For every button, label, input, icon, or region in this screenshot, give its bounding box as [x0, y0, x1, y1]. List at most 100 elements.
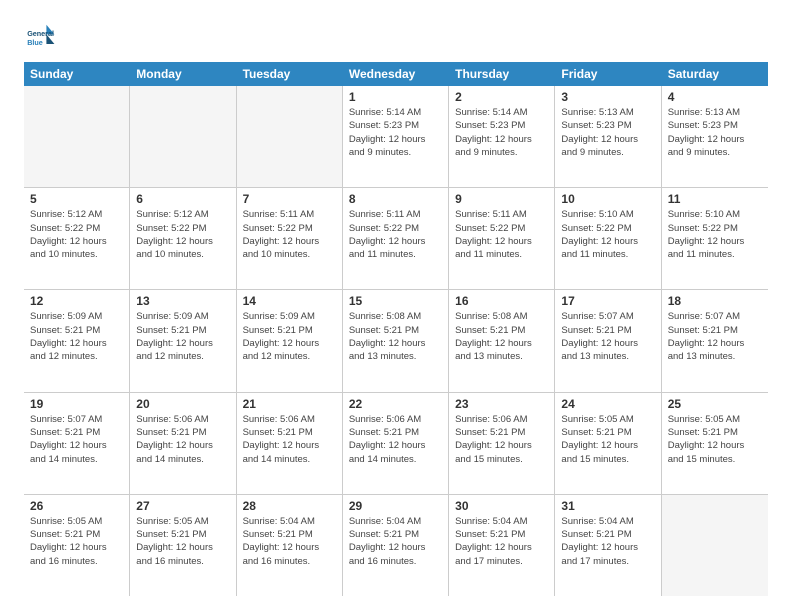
calendar-cell: 22Sunrise: 5:06 AMSunset: 5:21 PMDayligh…: [343, 393, 449, 494]
calendar-cell: 15 Sunrise: 5:08 AMSunset: 5:21 PMDayligh…: [343, 290, 449, 391]
day-number: 21: [243, 397, 336, 411]
day-number: 17: [561, 294, 654, 308]
weekday-header: Sunday: [24, 62, 130, 86]
day-number: 6: [136, 192, 229, 206]
day-info: Sunrise: 5:05 AMSunset: 5:21 PMDaylight:…: [136, 515, 229, 568]
calendar-cell: 2 Sunrise: 5:14 AMSunset: 5:23 PMDaylight…: [449, 86, 555, 187]
day-info: Sunrise: 5:07 AMSunset: 5:21 PMDaylight:…: [561, 310, 654, 363]
day-info: Sunrise: 5:11 AMSunset: 5:22 PMDaylight:…: [349, 208, 442, 261]
day-info: Sunrise: 5:13 AMSunset: 5:23 PMDaylight:…: [668, 106, 762, 159]
day-info: Sunrise: 5:04 AMSunset: 5:21 PMDaylight:…: [243, 515, 336, 568]
calendar-cell: 23 Sunrise: 5:06 AMSunset: 5:21 PMDayligh…: [449, 393, 555, 494]
logo: General Blue: [24, 20, 60, 52]
calendar-cell: 18Sunrise: 5:07 AMSunset: 5:21 PMDayligh…: [662, 290, 768, 391]
day-info: Sunrise: 5:06 AMSunset: 5:21 PMDaylight:…: [455, 413, 548, 466]
calendar-cell: [662, 495, 768, 596]
day-number: 4: [668, 90, 762, 104]
day-info: Sunrise: 5:14 AMSunset: 5:23 PMDaylight:…: [455, 106, 548, 159]
day-info: Sunrise: 5:05 AMSunset: 5:21 PMDaylight:…: [561, 413, 654, 466]
calendar-cell: 19Sunrise: 5:07 AMSunset: 5:21 PMDayligh…: [24, 393, 130, 494]
day-number: 25: [668, 397, 762, 411]
calendar-cell: 11 Sunrise: 5:10 AMSunset: 5:22 PMDayligh…: [662, 188, 768, 289]
day-info: Sunrise: 5:06 AMSunset: 5:21 PMDaylight:…: [243, 413, 336, 466]
day-info: Sunrise: 5:09 AMSunset: 5:21 PMDaylight:…: [136, 310, 229, 363]
calendar-header: SundayMondayTuesdayWednesdayThursdayFrid…: [24, 62, 768, 86]
day-info: Sunrise: 5:09 AMSunset: 5:21 PMDaylight:…: [243, 310, 336, 363]
calendar-cell: 31Sunrise: 5:04 AMSunset: 5:21 PMDayligh…: [555, 495, 661, 596]
day-number: 27: [136, 499, 229, 513]
day-info: Sunrise: 5:05 AMSunset: 5:21 PMDaylight:…: [30, 515, 123, 568]
day-number: 23: [455, 397, 548, 411]
calendar-cell: 21 Sunrise: 5:06 AMSunset: 5:21 PMDayligh…: [237, 393, 343, 494]
calendar-cell: 6 Sunrise: 5:12 AMSunset: 5:22 PMDaylight…: [130, 188, 236, 289]
calendar-cell: 24 Sunrise: 5:05 AMSunset: 5:21 PMDayligh…: [555, 393, 661, 494]
day-number: 5: [30, 192, 123, 206]
day-info: Sunrise: 5:06 AMSunset: 5:21 PMDaylight:…: [136, 413, 229, 466]
calendar-cell: 7Sunrise: 5:11 AMSunset: 5:22 PMDaylight…: [237, 188, 343, 289]
calendar-cell: 27 Sunrise: 5:05 AMSunset: 5:21 PMDayligh…: [130, 495, 236, 596]
day-number: 24: [561, 397, 654, 411]
day-number: 16: [455, 294, 548, 308]
svg-text:General: General: [27, 29, 54, 38]
day-info: Sunrise: 5:12 AMSunset: 5:22 PMDaylight:…: [136, 208, 229, 261]
weekday-header: Friday: [555, 62, 661, 86]
day-number: 10: [561, 192, 654, 206]
day-number: 14: [243, 294, 336, 308]
day-number: 8: [349, 192, 442, 206]
calendar-row: 12Sunrise: 5:09 AMSunset: 5:21 PMDayligh…: [24, 290, 768, 392]
weekday-header: Monday: [130, 62, 236, 86]
calendar-cell: 26 Sunrise: 5:05 AMSunset: 5:21 PMDayligh…: [24, 495, 130, 596]
calendar-cell: 12Sunrise: 5:09 AMSunset: 5:21 PMDayligh…: [24, 290, 130, 391]
calendar-row: 19Sunrise: 5:07 AMSunset: 5:21 PMDayligh…: [24, 393, 768, 495]
calendar-cell: 25 Sunrise: 5:05 AMSunset: 5:21 PMDayligh…: [662, 393, 768, 494]
calendar-cell: 1Sunrise: 5:14 AMSunset: 5:23 PMDaylight…: [343, 86, 449, 187]
day-info: Sunrise: 5:07 AMSunset: 5:21 PMDaylight:…: [30, 413, 123, 466]
day-number: 30: [455, 499, 548, 513]
calendar-row: 26 Sunrise: 5:05 AMSunset: 5:21 PMDayligh…: [24, 495, 768, 596]
day-info: Sunrise: 5:08 AMSunset: 5:21 PMDaylight:…: [455, 310, 548, 363]
header: General Blue: [24, 20, 768, 52]
day-number: 2: [455, 90, 548, 104]
weekday-header: Thursday: [449, 62, 555, 86]
calendar-cell: 8 Sunrise: 5:11 AMSunset: 5:22 PMDaylight…: [343, 188, 449, 289]
day-info: Sunrise: 5:12 AMSunset: 5:22 PMDaylight:…: [30, 208, 123, 261]
day-info: Sunrise: 5:08 AMSunset: 5:21 PMDaylight:…: [349, 310, 442, 363]
calendar-cell: 5 Sunrise: 5:12 AMSunset: 5:22 PMDaylight…: [24, 188, 130, 289]
calendar-cell: [237, 86, 343, 187]
day-info: Sunrise: 5:14 AMSunset: 5:23 PMDaylight:…: [349, 106, 442, 159]
day-number: 3: [561, 90, 654, 104]
weekday-header: Saturday: [662, 62, 768, 86]
day-number: 26: [30, 499, 123, 513]
weekday-header: Tuesday: [237, 62, 343, 86]
calendar-cell: 14 Sunrise: 5:09 AMSunset: 5:21 PMDayligh…: [237, 290, 343, 391]
calendar: SundayMondayTuesdayWednesdayThursdayFrid…: [24, 62, 768, 596]
day-number: 15: [349, 294, 442, 308]
day-number: 28: [243, 499, 336, 513]
calendar-cell: [130, 86, 236, 187]
day-info: Sunrise: 5:10 AMSunset: 5:22 PMDaylight:…: [668, 208, 762, 261]
day-info: Sunrise: 5:13 AMSunset: 5:23 PMDaylight:…: [561, 106, 654, 159]
calendar-cell: 4 Sunrise: 5:13 AMSunset: 5:23 PMDaylight…: [662, 86, 768, 187]
calendar-cell: 28 Sunrise: 5:04 AMSunset: 5:21 PMDayligh…: [237, 495, 343, 596]
calendar-cell: 10 Sunrise: 5:10 AMSunset: 5:22 PMDayligh…: [555, 188, 661, 289]
calendar-cell: 16 Sunrise: 5:08 AMSunset: 5:21 PMDayligh…: [449, 290, 555, 391]
calendar-row: 5 Sunrise: 5:12 AMSunset: 5:22 PMDaylight…: [24, 188, 768, 290]
day-number: 22: [349, 397, 442, 411]
calendar-cell: 29Sunrise: 5:04 AMSunset: 5:21 PMDayligh…: [343, 495, 449, 596]
calendar-cell: 30Sunrise: 5:04 AMSunset: 5:21 PMDayligh…: [449, 495, 555, 596]
day-info: Sunrise: 5:05 AMSunset: 5:21 PMDaylight:…: [668, 413, 762, 466]
calendar-cell: 9Sunrise: 5:11 AMSunset: 5:22 PMDaylight…: [449, 188, 555, 289]
day-info: Sunrise: 5:09 AMSunset: 5:21 PMDaylight:…: [30, 310, 123, 363]
calendar-row: 1Sunrise: 5:14 AMSunset: 5:23 PMDaylight…: [24, 86, 768, 188]
weekday-header: Wednesday: [343, 62, 449, 86]
day-info: Sunrise: 5:04 AMSunset: 5:21 PMDaylight:…: [349, 515, 442, 568]
calendar-body: 1Sunrise: 5:14 AMSunset: 5:23 PMDaylight…: [24, 86, 768, 596]
calendar-cell: 13 Sunrise: 5:09 AMSunset: 5:21 PMDayligh…: [130, 290, 236, 391]
day-info: Sunrise: 5:07 AMSunset: 5:21 PMDaylight:…: [668, 310, 762, 363]
day-info: Sunrise: 5:11 AMSunset: 5:22 PMDaylight:…: [455, 208, 548, 261]
day-info: Sunrise: 5:04 AMSunset: 5:21 PMDaylight:…: [561, 515, 654, 568]
day-info: Sunrise: 5:10 AMSunset: 5:22 PMDaylight:…: [561, 208, 654, 261]
calendar-cell: 20Sunrise: 5:06 AMSunset: 5:21 PMDayligh…: [130, 393, 236, 494]
day-number: 13: [136, 294, 229, 308]
day-number: 11: [668, 192, 762, 206]
